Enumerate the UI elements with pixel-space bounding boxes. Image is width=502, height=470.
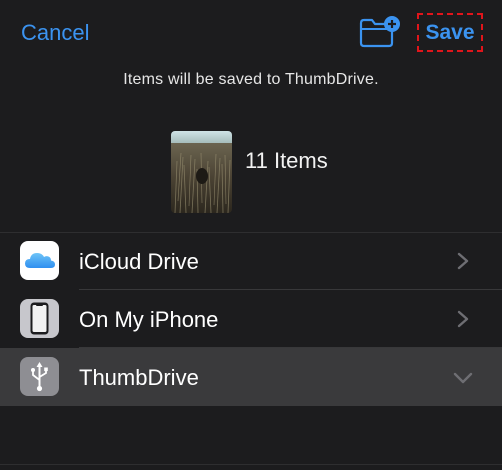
save-to-files-sheet: Cancel Save Items will be saved to Thumb… [0,0,502,470]
iphone-icon [20,299,59,338]
chevron-down-icon [453,372,473,384]
items-count-label: 11 Items [245,148,328,173]
cancel-button[interactable]: Cancel [21,20,89,46]
navigation-bar: Cancel Save [0,0,502,66]
location-row-icloud-drive[interactable]: iCloud Drive [0,232,502,290]
icloud-icon [20,241,59,280]
location-label: On My iPhone [79,307,219,332]
divider [0,464,502,465]
save-destination-text: Items will be saved to ThumbDrive. [123,71,379,88]
folder-plus-icon[interactable] [359,15,401,49]
chevron-right-icon [457,310,469,328]
location-row-on-my-iphone[interactable]: On My iPhone [0,290,502,348]
location-row-thumbdrive[interactable]: ThumbDrive [0,348,502,406]
location-label: iCloud Drive [79,249,199,274]
location-label: ThumbDrive [79,365,199,390]
chevron-right-icon [457,252,469,270]
locations-list: iCloud Drive On My iPhone ThumbDrive [0,232,502,406]
save-button[interactable]: Save [417,13,483,52]
usb-icon [20,357,59,396]
items-preview-thumbnail [171,131,232,213]
